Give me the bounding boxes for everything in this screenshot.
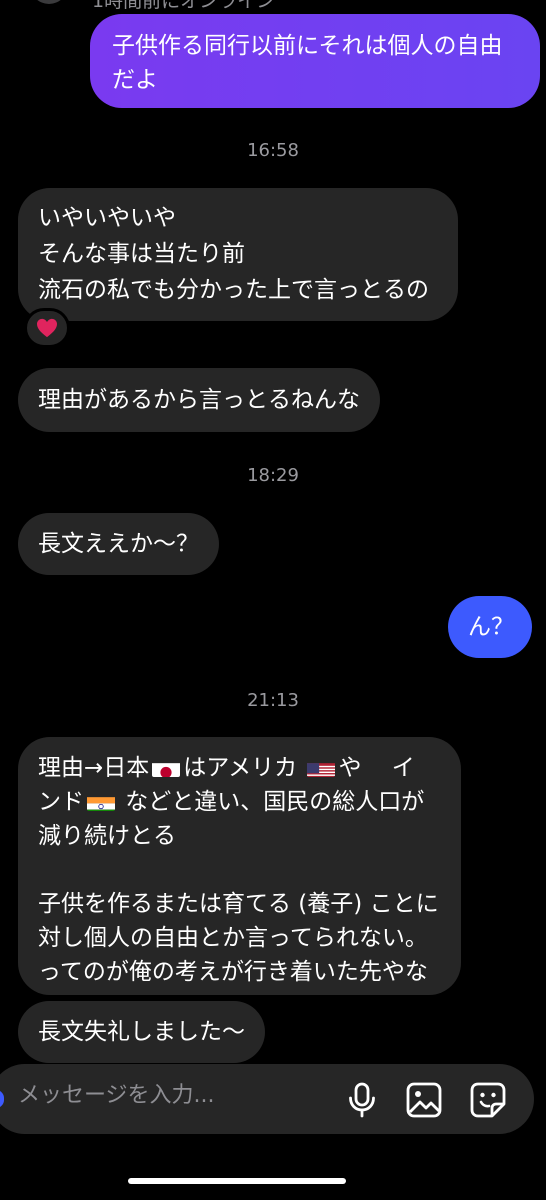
timestamp: 21:13	[247, 690, 299, 711]
message-bubble-incoming[interactable]: 理由→日本 はアメリカ や インド などと違い、国民の総人口が 減り続けとる 子供…	[18, 737, 461, 995]
message-bubble-incoming[interactable]: 長文失礼しました〜	[18, 1001, 265, 1063]
sticker-button[interactable]	[468, 1080, 508, 1120]
heart-icon	[37, 318, 57, 338]
chat-header: 1時間前にオンライン	[0, 0, 546, 12]
message-bubble-incoming[interactable]: 長文ええか〜？	[18, 513, 219, 575]
japan-flag-icon	[152, 758, 181, 777]
online-status: 1時間前にオンライン	[92, 0, 276, 12]
heart-reaction[interactable]	[24, 308, 70, 348]
timestamp: 16:58	[247, 140, 299, 161]
chat-screen: 1時間前にオンライン 子供作る同行以前にそれは個人の自由 だよ 16:58 いや…	[0, 0, 546, 1200]
gallery-button[interactable]	[404, 1080, 444, 1120]
message-bubble-outgoing[interactable]: 子供作る同行以前にそれは個人の自由 だよ	[90, 14, 540, 108]
india-flag-icon	[87, 792, 115, 811]
home-indicator[interactable]	[128, 1178, 346, 1184]
message-text: などと違い、国民の総人口が 減り続けとる 子供を作るまたは育てる (養子) こと…	[38, 789, 439, 985]
image-icon	[406, 1082, 442, 1118]
message-composer	[0, 1064, 534, 1134]
message-text: ンド	[38, 789, 84, 815]
message-bubble-incoming[interactable]: 理由があるから言っとるねんな	[18, 368, 380, 432]
sticker-icon	[470, 1082, 506, 1118]
message-input[interactable]	[18, 1083, 318, 1108]
message-bubble-outgoing[interactable]: ん？	[448, 596, 532, 658]
message-text: や イ	[338, 755, 415, 781]
timestamp: 18:29	[247, 465, 299, 486]
camera-button-edge[interactable]	[0, 1090, 4, 1108]
avatar[interactable]	[30, 0, 68, 4]
microphone-button[interactable]	[342, 1080, 382, 1120]
message-text: はアメリカ	[183, 755, 305, 781]
usa-flag-icon	[307, 758, 336, 777]
message-bubble-incoming[interactable]: いやいやいや そんな事は当たり前 流石の私でも分かった上で言っとるの	[18, 188, 458, 321]
microphone-icon	[349, 1082, 375, 1118]
message-text: 理由→日本	[38, 755, 150, 781]
